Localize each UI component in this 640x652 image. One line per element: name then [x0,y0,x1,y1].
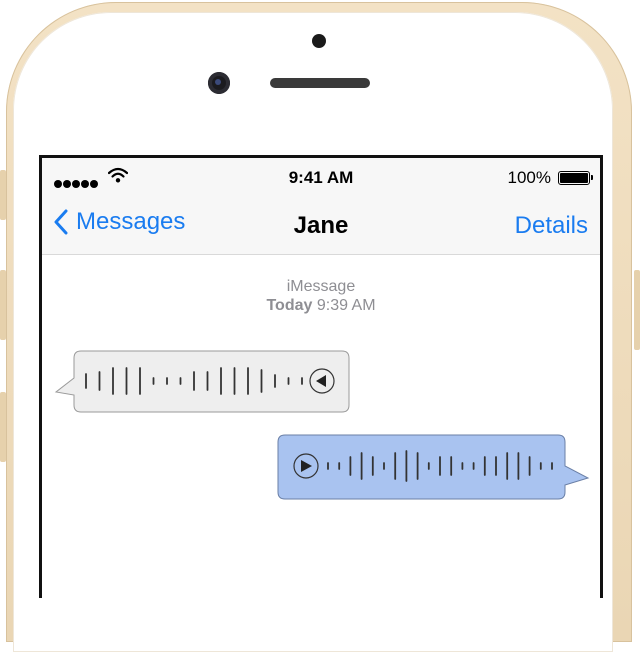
volume-down-button [0,392,6,462]
battery-percentage: 100% [507,168,551,187]
outgoing-audio-message[interactable] [277,433,594,501]
rewind-button[interactable] [309,368,335,394]
play-button[interactable] [293,453,319,479]
conversation-timestamp: iMessage Today 9:39 AM [42,277,600,315]
navigation-bar: Messages Jane Details [42,198,600,255]
chevron-left-icon [54,209,68,235]
back-button-label: Messages [76,208,186,235]
incoming-audio-message[interactable] [48,347,350,415]
front-camera [208,72,230,94]
proximity-sensor [312,34,326,48]
earpiece-speaker [270,78,370,88]
timestamp-day: Today [266,297,313,314]
status-bar: 9:41 AM 100% [42,158,600,198]
timestamp-time: 9:39 AM [316,297,376,314]
details-button[interactable]: Details [515,212,588,240]
service-label: iMessage [286,278,356,295]
power-button [634,270,640,350]
back-button[interactable]: Messages [54,208,185,236]
volume-up-button [0,270,6,340]
battery-icon [558,171,593,185]
mute-switch [0,170,6,220]
screen: 9:41 AM 100% Messages Jane Details iMess… [39,155,603,598]
